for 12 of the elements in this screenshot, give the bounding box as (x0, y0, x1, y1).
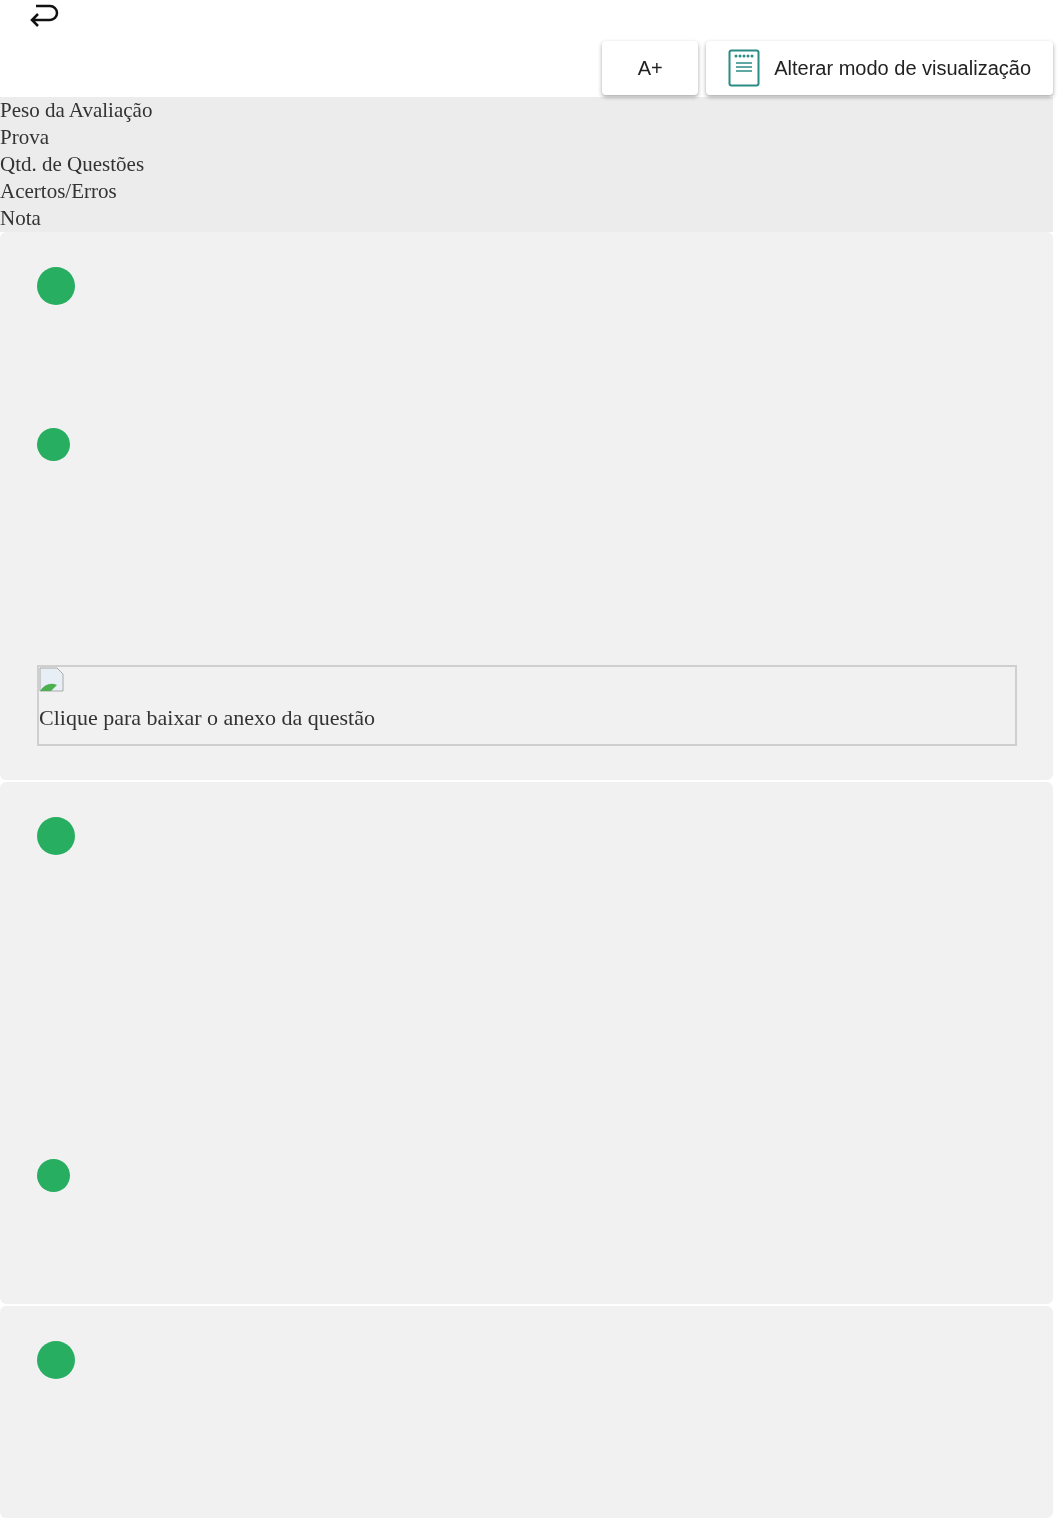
summary-label: Acertos/Erros (0, 178, 117, 205)
summary-label: Prova (0, 124, 49, 151)
summary-label: Qtd. de Questões (0, 151, 145, 178)
document-icon (728, 49, 761, 87)
attachment-link[interactable]: Clique para baixar o anexo da questão (37, 665, 1017, 746)
broken-image-icon (39, 667, 65, 693)
summary-label: Peso da Avaliação (0, 97, 153, 124)
view-mode-button[interactable]: Alterar modo de visualização (706, 41, 1053, 95)
summary-label: Nota (0, 205, 41, 232)
attachment-label: Clique para baixar o anexo da questão (39, 704, 376, 732)
font-size-button[interactable]: A+ (602, 41, 699, 95)
back-icon[interactable] (28, 2, 60, 28)
